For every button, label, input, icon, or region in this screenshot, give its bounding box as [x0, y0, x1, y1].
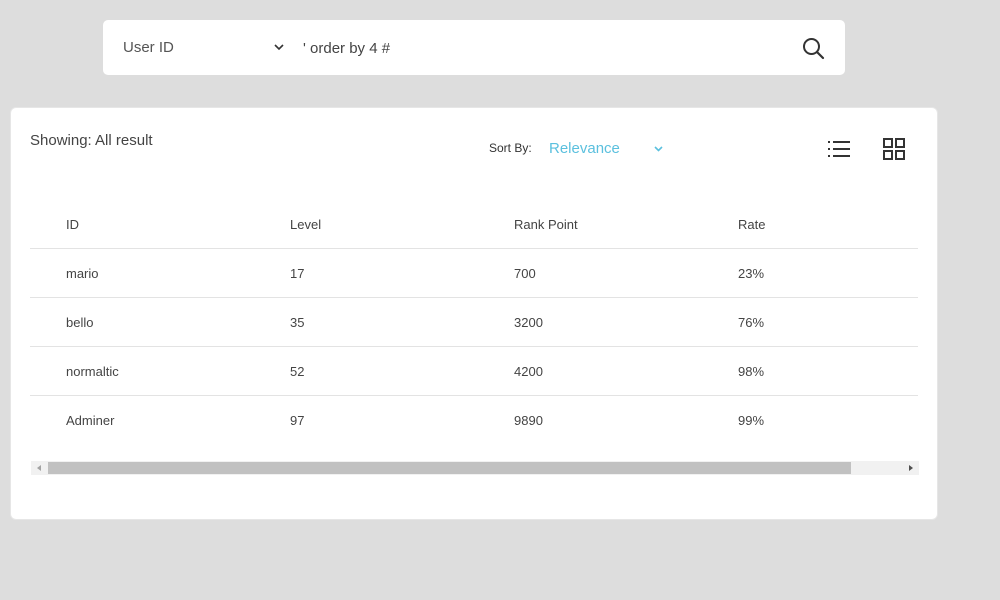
cell-id: mario: [30, 248, 254, 298]
table-header-row: ID Level Rank Point Rate: [30, 200, 918, 249]
cell-rank-point: 9890: [514, 412, 543, 428]
cell-rate: 23%: [702, 248, 918, 298]
table-row[interactable]: Adminer 97 9890 99%: [30, 396, 918, 445]
cell-rank-point: 3200: [478, 297, 702, 347]
cell-level: 52: [254, 346, 478, 396]
table-row[interactable]: normaltic 52 4200 98%: [30, 346, 918, 396]
search-type-select[interactable]: User ID: [123, 20, 288, 75]
cell-level: 97: [290, 412, 305, 428]
column-header-rate[interactable]: Rate: [702, 200, 918, 249]
scroll-right-arrow[interactable]: [903, 461, 919, 475]
cell-rank-point: 700: [478, 248, 702, 298]
results-card: Showing: All result Sort By: Relevance I…: [10, 107, 938, 520]
cell-id: Adminer: [66, 412, 115, 428]
sort-select[interactable]: Relevance: [549, 138, 669, 160]
search-input[interactable]: [303, 33, 783, 63]
grid-icon[interactable]: [882, 137, 906, 161]
cell-rank-point: 4200: [478, 346, 702, 396]
cell-rate: 76%: [702, 297, 918, 347]
search-type-label: User ID: [123, 39, 174, 56]
results-table: ID Level Rank Point Rate mario 17 700 23…: [30, 200, 918, 444]
chevron-down-icon: [654, 146, 663, 152]
table-row[interactable]: bello 35 3200 76%: [30, 297, 918, 347]
column-header-level[interactable]: Level: [254, 200, 478, 249]
cell-level: 17: [254, 248, 478, 298]
cell-rate: 98%: [702, 346, 918, 396]
table-row[interactable]: mario 17 700 23%: [30, 248, 918, 298]
column-header-id[interactable]: ID: [30, 200, 254, 249]
horizontal-scrollbar[interactable]: [31, 461, 919, 475]
column-header-rank-point[interactable]: Rank Point: [478, 200, 702, 249]
cell-level: 35: [254, 297, 478, 347]
chevron-down-icon: [274, 44, 284, 51]
showing-text: Showing: All result: [30, 132, 153, 149]
sort-value: Relevance: [549, 140, 620, 157]
sort-label: Sort By:: [489, 141, 532, 155]
cell-id: bello: [30, 297, 254, 347]
list-icon[interactable]: [827, 138, 851, 160]
results-table-wrapper: ID Level Rank Point Rate mario 17 700 23…: [30, 200, 918, 444]
cell-id: normaltic: [30, 346, 254, 396]
search-bar: User ID: [103, 20, 845, 75]
cell-rate: 99%: [738, 412, 765, 428]
scrollbar-thumb[interactable]: [48, 462, 851, 474]
search-icon[interactable]: [801, 36, 825, 60]
scroll-left-arrow[interactable]: [31, 461, 47, 475]
